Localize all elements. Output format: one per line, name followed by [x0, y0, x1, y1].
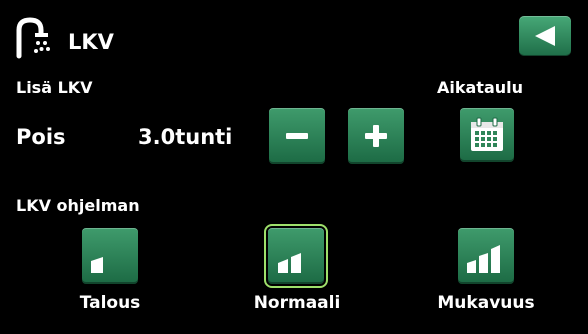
decrease-duration-button[interactable] [269, 108, 325, 164]
level-1-bars-icon [91, 257, 103, 273]
extra-hot-water-state: Pois [16, 125, 66, 149]
level-2-bars-icon [278, 253, 301, 273]
extra-hot-water-duration: 3.0tunti [138, 125, 233, 149]
level-3-bars-icon [467, 245, 500, 273]
schedule-label: Aikataulu [437, 78, 524, 97]
back-arrow-icon [535, 26, 555, 46]
page-title: LKV [68, 30, 114, 54]
program-label: LKV ohjelman [16, 196, 140, 215]
mode-normal-label: Normaali [253, 293, 341, 313]
calendar-icon [471, 117, 503, 151]
schedule-button[interactable] [460, 108, 514, 162]
extra-hot-water-label: Lisä LKV [16, 78, 93, 97]
hot-water-screen: LKV Lisä LKV Pois 3.0tunti Aikataulu LKV… [0, 0, 588, 334]
faucet-icon [14, 16, 58, 60]
mode-comfort-label: Mukavuus [437, 293, 535, 313]
mode-economy-button[interactable] [82, 228, 138, 284]
increase-duration-button[interactable] [348, 108, 404, 164]
mode-comfort-button[interactable] [458, 228, 514, 284]
plus-icon-vertical [373, 125, 379, 147]
mode-economy-label: Talous [79, 293, 141, 313]
mode-normal-button[interactable] [264, 224, 328, 288]
back-button[interactable] [519, 16, 571, 56]
